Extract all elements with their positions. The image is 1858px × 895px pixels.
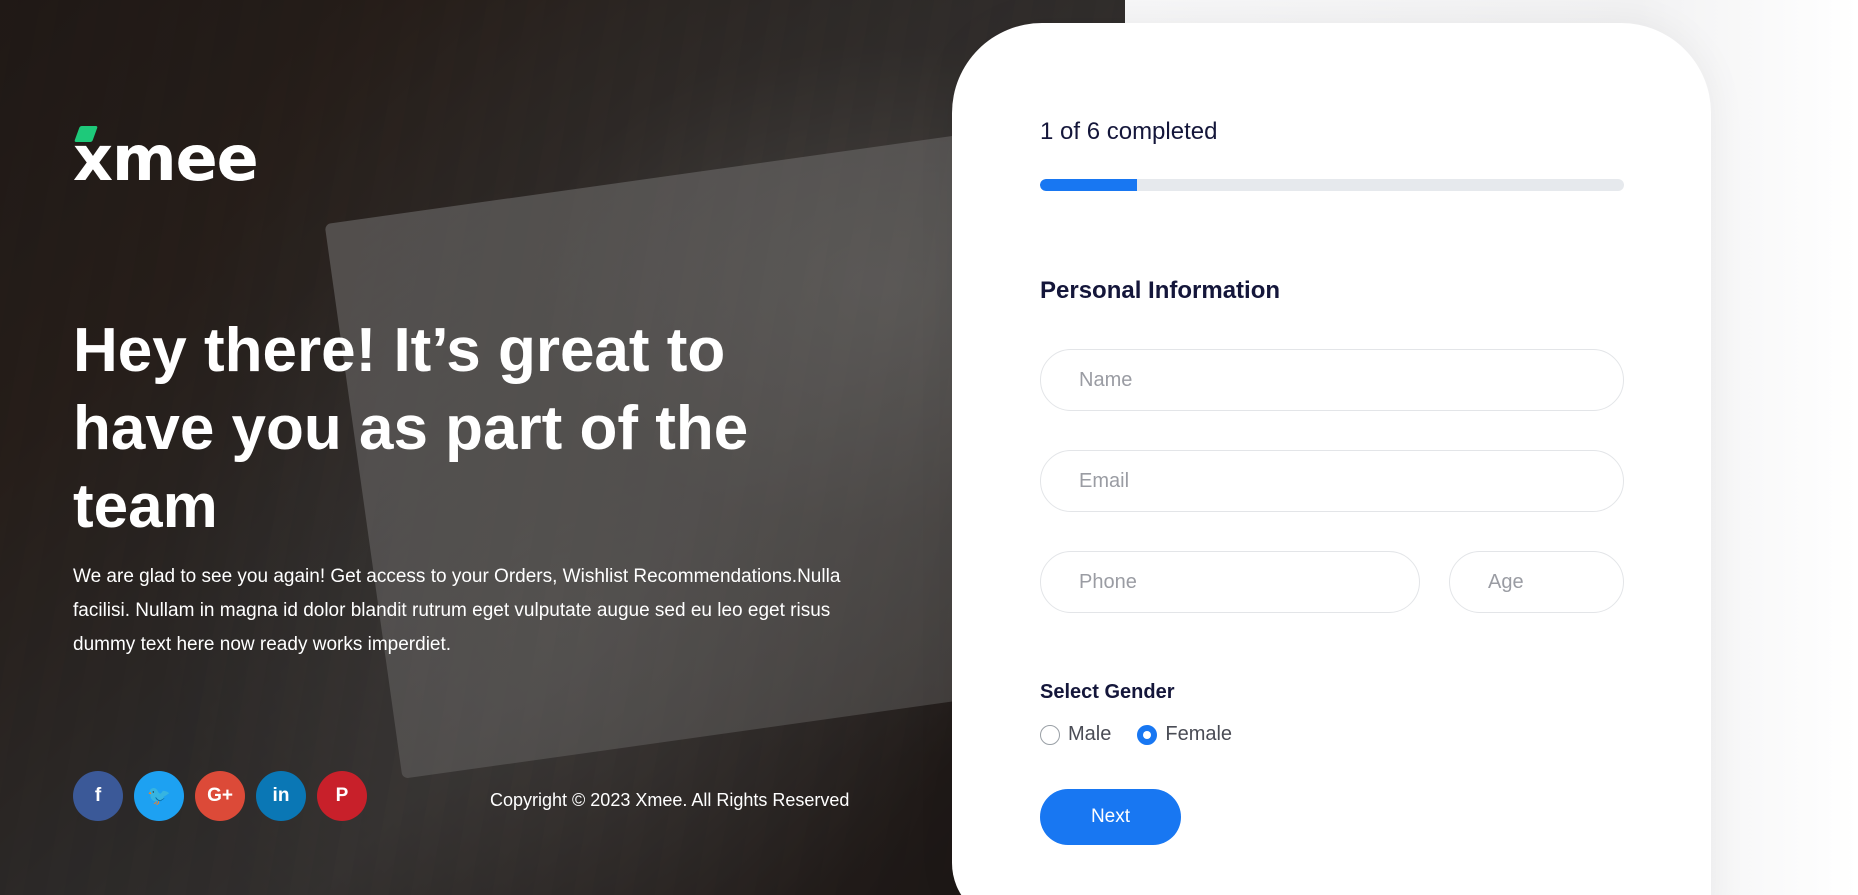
google-plus-icon[interactable]: G+: [195, 771, 245, 821]
phone-field[interactable]: [1040, 551, 1420, 613]
age-field[interactable]: [1449, 551, 1624, 613]
email-field[interactable]: [1040, 450, 1624, 512]
linkedin-icon[interactable]: in: [256, 771, 306, 821]
logo-mark: x: [73, 122, 113, 195]
progress-label: 1 of 6 completed: [1040, 118, 1218, 145]
radio-label-female: Female: [1165, 723, 1233, 745]
gender-label: Select Gender: [1040, 681, 1175, 703]
section-title: Personal Information: [1040, 277, 1281, 304]
next-button[interactable]: Next: [1040, 789, 1181, 845]
facebook-icon[interactable]: f: [73, 771, 123, 821]
progress-fill: [1040, 179, 1138, 191]
radio-button-female[interactable]: [1137, 724, 1158, 745]
copyright-text: Copyright © 2023 Xmee. All Rights Reserv…: [490, 790, 850, 810]
name-field[interactable]: [1040, 349, 1624, 411]
radio-button-male[interactable]: [1040, 724, 1060, 745]
progress-bar: [1040, 179, 1624, 191]
gender-option-male[interactable]: Male: [1040, 723, 1111, 746]
gender-option-female[interactable]: Female: [1137, 723, 1232, 746]
brand-logo[interactable]: xmee: [73, 128, 259, 190]
form-card: 1 of 6 completed Personal Information Se…: [952, 23, 1711, 895]
hero-headline: Hey there! It’s great to have you as par…: [73, 316, 749, 541]
social-links: f 🐦 G+ in P: [73, 771, 367, 821]
twitter-icon[interactable]: 🐦: [134, 771, 184, 821]
logo-text: mee: [112, 122, 259, 195]
radio-label-male: Male: [1068, 723, 1112, 745]
hero-intro: We are glad to see you again! Get access…: [73, 566, 841, 655]
gender-radio-group: Male Female: [1040, 723, 1232, 746]
pinterest-icon[interactable]: P: [317, 771, 367, 821]
